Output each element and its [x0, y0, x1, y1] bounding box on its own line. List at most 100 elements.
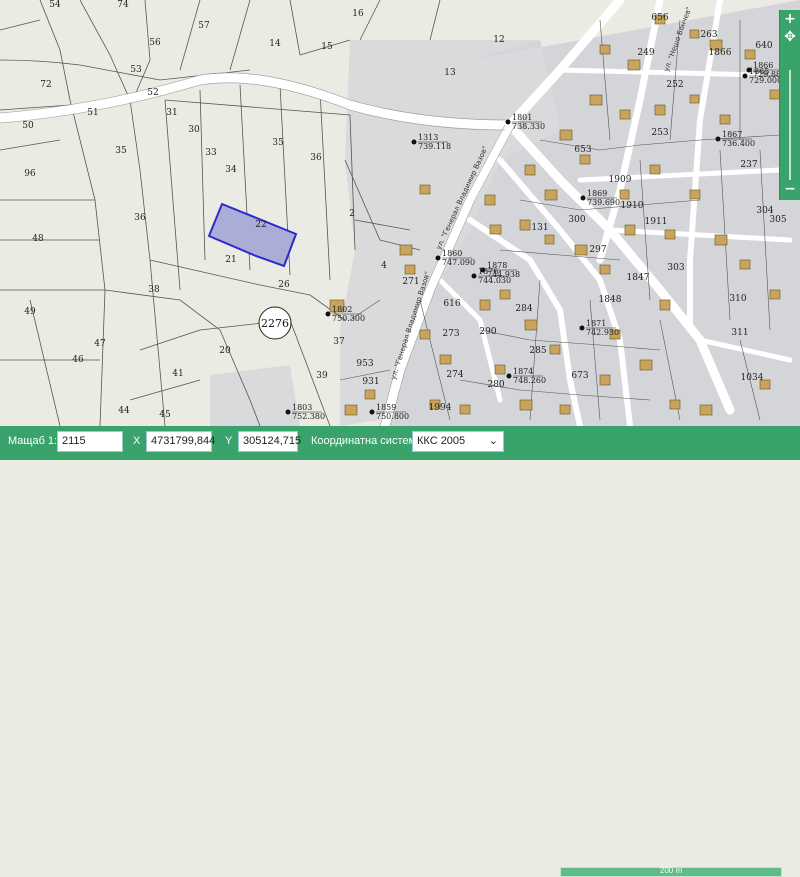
- survey-point-marker: [506, 373, 512, 379]
- survey-point-marker: [579, 325, 585, 331]
- zoom-slider[interactable]: [789, 70, 791, 180]
- parcel-label: 41: [172, 369, 183, 379]
- parcel-label: 653: [574, 145, 591, 155]
- parcel-label: 54: [49, 0, 61, 10]
- survey-point-marker: [285, 409, 291, 415]
- parcel-label: 303: [667, 263, 684, 273]
- y-coordinate-input[interactable]: 305124,715: [238, 431, 301, 452]
- parcel-label: 48: [32, 234, 44, 244]
- survey-point-id: 1859: [376, 403, 396, 412]
- survey-point-marker: [742, 73, 748, 79]
- coord-system-value: ККС 2005: [417, 435, 466, 447]
- parcel-label: 616: [443, 299, 460, 309]
- parcel-label: 305: [769, 215, 786, 225]
- survey-point-id: 1876: [478, 267, 498, 276]
- parcel-label: 22: [255, 220, 266, 230]
- parcel-label: 252: [666, 80, 683, 90]
- parcel-label: 280: [487, 380, 504, 390]
- parcel-label: 35: [115, 146, 127, 156]
- parcel-label: 53: [130, 65, 142, 75]
- survey-point-elevation: 747.090: [442, 258, 475, 267]
- parcel-label: 1866: [709, 48, 732, 58]
- x-label: X: [133, 435, 141, 447]
- parcel-label: 284: [515, 304, 532, 314]
- pan-icon[interactable]: ✥: [780, 28, 800, 46]
- parcel-label: 131: [531, 223, 548, 233]
- parcel-label: 640: [755, 41, 772, 51]
- survey-point-id: 1866: [753, 61, 773, 70]
- parcel-label: 290: [479, 327, 496, 337]
- parcel-label: 46: [72, 355, 84, 365]
- x-coordinate-input[interactable]: 4731799,844: [146, 431, 215, 452]
- parcel-label: 253: [651, 128, 668, 138]
- parcel-label: 44: [118, 406, 130, 416]
- scale-bar-text: 200 m: [659, 866, 683, 875]
- parcel-label: 96: [24, 169, 36, 179]
- parcel-label: 36: [310, 153, 322, 163]
- parcel-label: 1911: [645, 217, 668, 227]
- survey-point-elevation: 750.800: [376, 412, 409, 421]
- parcel-label: 26: [278, 280, 290, 290]
- parcel-label: 33: [205, 148, 217, 158]
- parcel-label: 35: [272, 138, 284, 148]
- survey-point-id: 1313: [418, 133, 438, 142]
- parcel-label: 74: [117, 0, 129, 10]
- parcel-label: 16: [352, 9, 364, 19]
- selected-parcel[interactable]: [207, 202, 298, 268]
- parcel-label: 1994: [429, 403, 452, 413]
- chevron-down-icon: ⌄: [488, 435, 498, 447]
- parcel-label: 673: [571, 371, 588, 381]
- survey-point-elevation: 739.690: [587, 198, 620, 207]
- scale-input[interactable]: 2115: [57, 431, 123, 452]
- coord-system-select[interactable]: ККС 2005 ⌄: [412, 431, 504, 452]
- parcel-label: 50: [22, 121, 34, 131]
- parcel-label: 297: [589, 245, 606, 255]
- parcel-label: 300: [568, 215, 585, 225]
- zoom-control: + ✥ −: [779, 10, 800, 200]
- parcel-label: 38: [148, 285, 160, 295]
- cadastral-map[interactable]: 2276 54 74 57 56 53 72 52 51 50 31 30 35 33 36 34 96 35 3…: [0, 0, 800, 426]
- survey-point-marker: [471, 273, 477, 279]
- survey-point-elevation: 748.260: [513, 376, 546, 385]
- survey-point-id: 1871: [586, 319, 606, 328]
- parcel-label: 36: [134, 213, 146, 223]
- survey-point-marker: [325, 311, 331, 317]
- parcel-label: 72: [40, 80, 51, 90]
- survey-point-marker: [369, 409, 375, 415]
- survey-point-elevation: 752.380: [292, 412, 325, 421]
- parcel-label: 15: [321, 42, 333, 52]
- parcel-label: 311: [731, 328, 748, 338]
- parcel-label: 1034: [741, 373, 764, 383]
- zoom-out-button[interactable]: −: [780, 180, 800, 198]
- parcel-label: 14: [269, 39, 281, 49]
- parcel-label: 57: [198, 21, 210, 31]
- survey-point-marker: [505, 119, 511, 125]
- parcel-label: 39: [316, 371, 328, 381]
- parcel-label: 47: [94, 339, 106, 349]
- parcel-label: 31: [166, 108, 177, 118]
- zoom-in-button[interactable]: +: [780, 10, 800, 28]
- survey-point-id: 1874: [513, 367, 533, 376]
- parcel-label: 34: [225, 165, 237, 175]
- survey-point-id: 1801: [512, 113, 532, 122]
- parcel-label: 13: [444, 68, 456, 78]
- survey-point-id: 1860: [442, 249, 462, 258]
- parcel-label: 931: [362, 377, 379, 387]
- survey-point-id: 1869: [587, 189, 607, 198]
- survey-point-id: 1867: [722, 130, 742, 139]
- parcel-label: 1848: [599, 295, 622, 305]
- parcel-label: 249: [637, 48, 654, 58]
- y-label: Y: [225, 435, 233, 447]
- survey-point-elevation: 738.330: [512, 122, 545, 131]
- parcel-label: 21: [225, 255, 236, 265]
- survey-point-marker: [580, 195, 586, 201]
- parcel-label: 656: [651, 13, 668, 23]
- parcel-label: 1909: [609, 175, 632, 185]
- parcel-label: 1847: [627, 273, 650, 283]
- survey-point[interactable]: 1803752.380: [285, 403, 326, 421]
- parcel-label: 51: [87, 108, 98, 118]
- parcel-label: 271: [402, 277, 419, 287]
- parcel-label: 52: [147, 88, 158, 98]
- parcel-label: 30: [188, 125, 200, 135]
- coordinate-toolbar: Мащаб 1: 2115 X 4731799,844 Y 305124,715…: [0, 426, 800, 877]
